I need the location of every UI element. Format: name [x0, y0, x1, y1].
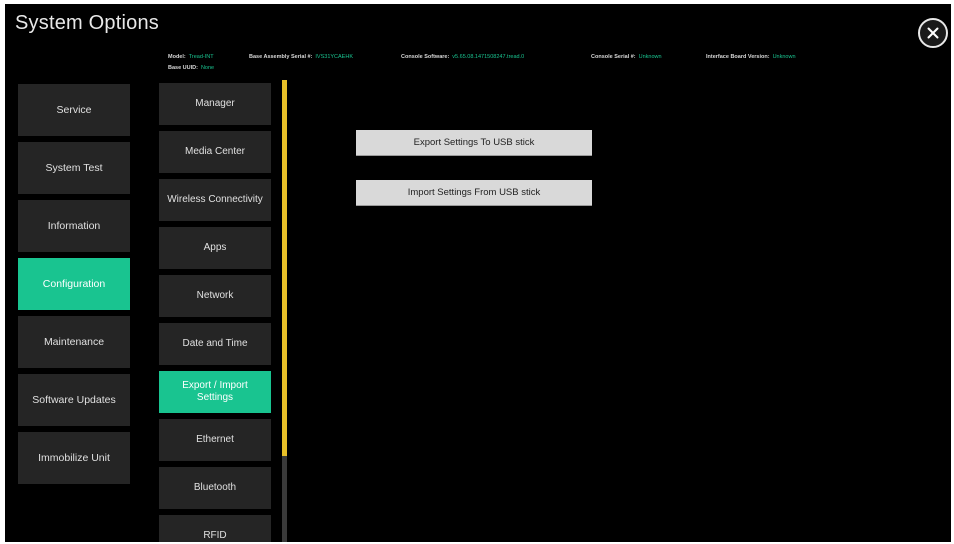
main-menu: Service System Test Information Configur…	[18, 84, 130, 490]
submenu-item-apps[interactable]: Apps	[159, 227, 271, 269]
info-console-software: Console Software: v5.65.08.1471508247.tre…	[401, 54, 524, 60]
configuration-submenu: Manager Media Center Wireless Connectivi…	[159, 83, 271, 542]
menu-item-maintenance[interactable]: Maintenance	[18, 316, 130, 368]
submenu-item-date-and-time[interactable]: Date and Time	[159, 323, 271, 365]
console-serial-value: Unknown	[638, 54, 662, 60]
menu-item-service[interactable]: Service	[18, 84, 130, 136]
submenu-item-wireless-connectivity[interactable]: Wireless Connectivity	[159, 179, 271, 221]
base-uuid-value: None	[200, 65, 215, 71]
submenu-scroll-thumb[interactable]	[282, 80, 287, 456]
submenu-item-ethernet[interactable]: Ethernet	[159, 419, 271, 461]
close-icon	[927, 27, 939, 39]
console-software-label: Console Software:	[401, 54, 450, 60]
submenu-item-export-import-settings[interactable]: Export / Import Settings	[159, 371, 271, 413]
base-serial-value: IVS31YCAEHK	[315, 54, 353, 60]
console-software-value: v5.65.08.1471508247.tread.0	[452, 54, 525, 60]
submenu-item-network[interactable]: Network	[159, 275, 271, 317]
menu-item-configuration[interactable]: Configuration	[18, 258, 130, 310]
interface-board-label: Interface Board Version:	[706, 54, 770, 60]
menu-item-immobilize-unit[interactable]: Immobilize Unit	[18, 432, 130, 484]
submenu-item-bluetooth[interactable]: Bluetooth	[159, 467, 271, 509]
info-base-serial: Base Assembly Serial #: IVS31YCAEHK	[249, 54, 353, 60]
info-console-serial: Console Serial #: Unknown	[591, 54, 662, 60]
submenu-item-media-center[interactable]: Media Center	[159, 131, 271, 173]
page-title: System Options	[15, 12, 159, 34]
submenu-item-manager[interactable]: Manager	[159, 83, 271, 125]
menu-item-information[interactable]: Information	[18, 200, 130, 252]
menu-item-software-updates[interactable]: Software Updates	[18, 374, 130, 426]
menu-item-system-test[interactable]: System Test	[18, 142, 130, 194]
import-settings-button[interactable]: Import Settings From USB stick	[356, 180, 592, 206]
info-interface-board: Interface Board Version: Unknown	[706, 54, 796, 60]
base-uuid-label: Base UUID:	[168, 65, 198, 71]
info-model: Model: Tread-INT	[168, 54, 214, 60]
console-serial-label: Console Serial #:	[591, 54, 636, 60]
model-label: Model:	[168, 54, 186, 60]
close-button[interactable]	[918, 18, 948, 48]
system-options-screen: System Options Model: Tread-INT Base UUID…	[5, 4, 951, 542]
model-value: Tread-INT	[188, 54, 214, 60]
interface-board-value: Unknown	[772, 54, 796, 60]
base-serial-label: Base Assembly Serial #:	[249, 54, 313, 60]
submenu-item-rfid[interactable]: RFID	[159, 515, 271, 542]
export-settings-button[interactable]: Export Settings To USB stick	[356, 130, 592, 156]
submenu-scrollbar[interactable]	[282, 80, 287, 542]
info-base-uuid: Base UUID: None	[168, 65, 214, 71]
